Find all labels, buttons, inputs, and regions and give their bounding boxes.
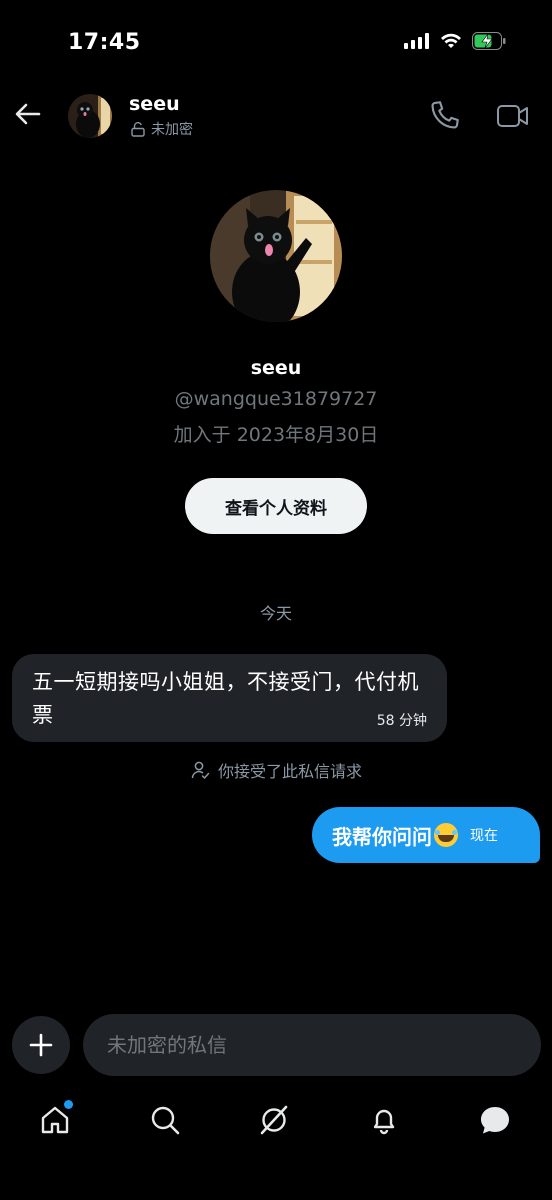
cellular-signal-icon [404, 33, 429, 49]
arrow-left-icon [15, 103, 41, 125]
encryption-status: 未加密 [131, 119, 193, 139]
outgoing-message-bubble[interactable]: 我帮你问问 现在 [312, 807, 540, 863]
video-call-button[interactable] [496, 100, 530, 132]
encryption-status-label: 未加密 [151, 122, 193, 138]
message-text: 五一短期接吗小姐姐，不接受门，代付机票 [32, 670, 419, 727]
search-icon [151, 1106, 180, 1135]
back-button[interactable] [12, 96, 44, 132]
person-check-icon [191, 761, 210, 779]
grinning-sweat-emoji-icon [434, 823, 458, 847]
nav-notifications[interactable] [364, 1100, 404, 1140]
request-accepted-note: 你接受了此私信请求 [0, 758, 552, 782]
wifi-icon [441, 33, 461, 48]
view-profile-button[interactable]: 查看个人资料 [185, 478, 367, 534]
message-input[interactable] [105, 1032, 541, 1058]
nav-search[interactable] [145, 1100, 185, 1140]
incoming-message-bubble[interactable]: 五一短期接吗小姐姐，不接受门，代付机票 58 分钟 [12, 654, 447, 742]
request-accepted-text: 你接受了此私信请求 [217, 762, 362, 781]
unlock-icon [131, 121, 145, 137]
message-composer[interactable] [83, 1014, 541, 1076]
status-time: 17:45 [68, 30, 141, 55]
date-separator: 今天 [259, 604, 292, 623]
voice-call-button[interactable] [428, 98, 462, 132]
cat-profile-image [210, 190, 342, 322]
video-camera-icon [497, 105, 528, 127]
nav-messages[interactable] [475, 1100, 515, 1140]
profile-handle: @wangque31879727 [174, 388, 378, 410]
plus-icon [29, 1033, 53, 1057]
message-timestamp: 58 分钟 [376, 713, 427, 729]
bell-icon [373, 1109, 395, 1135]
profile-joined-date: 加入于 2023年8月30日 [173, 424, 379, 446]
add-attachment-button[interactable] [12, 1016, 70, 1074]
chat-bubble-icon [481, 1107, 509, 1134]
header-name[interactable]: seeu [129, 93, 180, 115]
header-avatar[interactable] [68, 94, 112, 138]
nav-grok[interactable] [254, 1100, 294, 1140]
profile-avatar[interactable] [210, 190, 342, 322]
status-icons [404, 32, 506, 50]
battery-charging-icon [472, 32, 506, 50]
notification-dot [64, 1100, 73, 1109]
nav-home[interactable] [35, 1100, 75, 1140]
grok-icon [260, 1105, 288, 1135]
cat-avatar-image [68, 94, 112, 138]
message-timestamp: 现在 [470, 828, 498, 844]
message-text: 我帮你问问 [332, 824, 432, 849]
profile-name: seeu [250, 357, 302, 379]
phone-icon [431, 101, 459, 129]
